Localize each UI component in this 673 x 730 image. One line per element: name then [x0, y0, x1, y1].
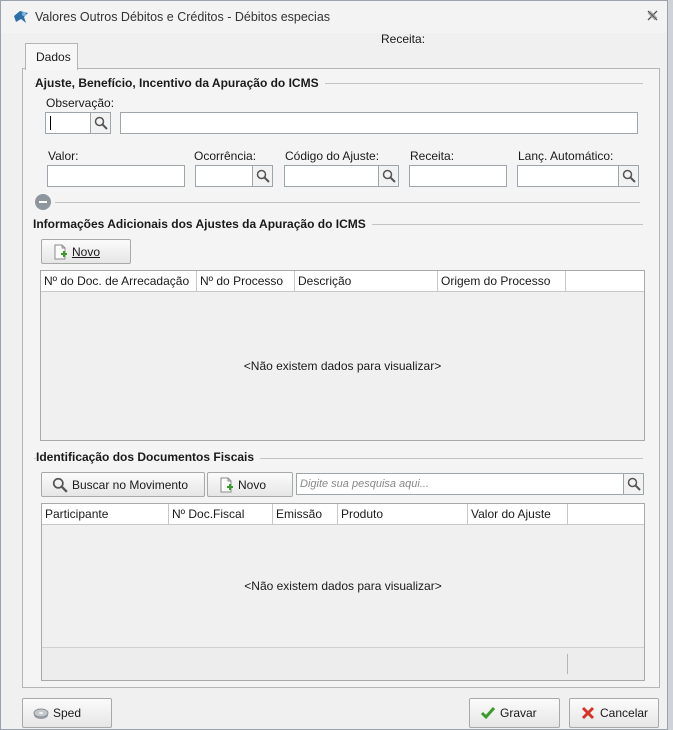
- dialog-window: Valores Outros Débitos e Créditos - Débi…: [0, 0, 668, 730]
- receita-label: Receita:: [410, 149, 455, 163]
- observacao-code-input[interactable]: [45, 112, 92, 134]
- documentos-novo-label: Novo: [238, 477, 267, 492]
- info-adicionais-section-title: Informações Adicionais dos Ajustes da Ap…: [33, 217, 372, 231]
- sped-label: Sped: [53, 706, 82, 720]
- observacao-search-button[interactable]: [90, 112, 111, 134]
- close-icon[interactable]: [645, 10, 659, 24]
- search-icon: [627, 477, 641, 491]
- info-novo-label: Novo: [72, 244, 101, 259]
- buscar-movimento-button[interactable]: Buscar no Movimento: [41, 472, 205, 497]
- checkmark-icon: [480, 705, 496, 721]
- search-icon: [382, 169, 396, 183]
- cancelar-button[interactable]: Cancelar: [569, 698, 659, 728]
- tab-dados-label: Dados: [36, 50, 71, 64]
- collapse-minus-icon[interactable]: [35, 194, 51, 210]
- lanc-automatico-label: Lanç. Automático:: [518, 149, 614, 163]
- empty-grid-message: <Não existem dados para visualizar>: [243, 359, 442, 373]
- valor-input[interactable]: [47, 165, 185, 187]
- lanc-automatico-input[interactable]: [517, 165, 619, 187]
- ocorrencia-input[interactable]: [195, 165, 254, 187]
- column-header[interactable]: Nº Doc.Fiscal: [169, 504, 273, 525]
- window-title: Valores Outros Débitos e Créditos - Débi…: [35, 10, 331, 24]
- observacao-text-input[interactable]: [120, 112, 638, 134]
- info-novo-button[interactable]: Novo: [41, 239, 131, 264]
- column-header[interactable]: Origem do Processo: [438, 271, 566, 292]
- column-header[interactable]: Nº do Doc. de Arrecadação: [41, 271, 197, 292]
- receita-input[interactable]: [409, 165, 507, 187]
- documentos-search-input[interactable]: Digite sua pesquisa aqui...: [296, 473, 624, 495]
- empty-grid-message: <Não existem dados para visualizar>: [244, 579, 442, 593]
- observacao-label: Observação:: [46, 96, 115, 110]
- lanc-automatico-search-button[interactable]: [618, 165, 639, 187]
- documentos-grid[interactable]: Participante Nº Doc.Fiscal Emissão Produ…: [41, 503, 645, 681]
- column-header[interactable]: Produto: [338, 504, 468, 525]
- search-icon: [94, 116, 108, 130]
- column-header[interactable]: Participante: [42, 504, 169, 525]
- column-header[interactable]: Emissão: [273, 504, 338, 525]
- ocorrencia-label: Ocorrência:: [194, 149, 257, 163]
- documentos-section-title: Identificação dos Documentos Fiscais: [36, 450, 261, 464]
- grid-header: Nº do Doc. de Arrecadação Nº do Processo…: [41, 271, 644, 292]
- title-bar: Valores Outros Débitos e Créditos - Débi…: [1, 1, 667, 33]
- text-caret: [50, 116, 51, 130]
- codigo-ajuste-search-button[interactable]: [378, 165, 399, 187]
- gravar-label: Gravar: [500, 706, 537, 720]
- tab-dados[interactable]: Dados: [25, 43, 78, 70]
- cancelar-label: Cancelar: [600, 706, 649, 720]
- search-icon: [52, 477, 68, 493]
- app-logo-icon: [14, 11, 28, 23]
- grid-header: Participante Nº Doc.Fiscal Emissão Produ…: [42, 504, 644, 525]
- info-adicionais-grid[interactable]: Nº do Doc. de Arrecadação Nº do Processo…: [40, 270, 645, 441]
- ocorrencia-search-button[interactable]: [252, 165, 273, 187]
- ajuste-section-title: Ajuste, Benefício, Incentivo da Apuração…: [35, 76, 325, 90]
- divider: [55, 202, 640, 203]
- cancel-x-icon: [580, 705, 596, 721]
- new-document-icon: [52, 244, 68, 260]
- codigo-ajuste-input[interactable]: [284, 165, 380, 187]
- divider: [567, 654, 568, 674]
- sped-disc-icon: [33, 705, 49, 721]
- documentos-novo-button[interactable]: Novo: [207, 472, 293, 497]
- column-header[interactable]: Valor do Ajuste: [468, 504, 568, 525]
- sped-button[interactable]: Sped: [22, 698, 112, 728]
- codigo-ajuste-label: Código do Ajuste:: [285, 149, 380, 163]
- column-header[interactable]: Nº do Processo: [197, 271, 295, 292]
- valor-label: Valor:: [48, 149, 79, 163]
- top-receita-label: Receita:: [381, 32, 426, 46]
- search-icon: [622, 169, 636, 183]
- gravar-button[interactable]: Gravar: [469, 698, 560, 728]
- documentos-search-button[interactable]: [623, 473, 644, 495]
- buscar-movimento-label: Buscar no Movimento: [72, 477, 189, 492]
- grid-footer: [42, 647, 644, 680]
- search-icon: [256, 169, 270, 183]
- column-header[interactable]: Descrição: [295, 271, 438, 292]
- new-document-icon: [218, 477, 234, 493]
